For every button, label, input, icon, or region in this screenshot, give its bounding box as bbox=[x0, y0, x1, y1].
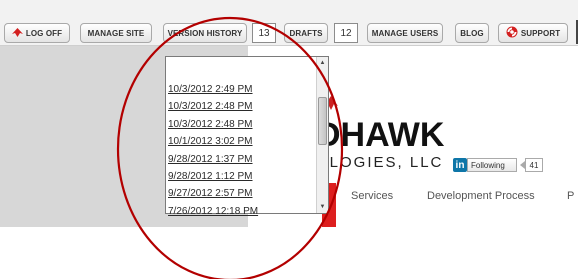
version-item[interactable]: 10/1/2012 3:02 PM bbox=[168, 133, 318, 150]
nav-item-development-process[interactable]: Development Process bbox=[427, 190, 535, 202]
version-item[interactable]: 10/3/2012 2:48 PM bbox=[168, 116, 318, 133]
support-label: SUPPORT bbox=[520, 28, 561, 38]
version-item[interactable]: 7/26/2012 12:18 PM bbox=[168, 203, 318, 220]
manage-site-button[interactable]: MANAGE SITE bbox=[80, 23, 152, 43]
linkedin-follower-count: 41 bbox=[525, 158, 543, 172]
manage-users-button[interactable]: MANAGE USERS bbox=[367, 23, 443, 43]
version-history-label: VERSION HISTORY bbox=[167, 28, 243, 38]
log-off-label: LOG OFF bbox=[25, 28, 63, 38]
drafts-button[interactable]: DRAFTS bbox=[284, 23, 328, 43]
version-item[interactable]: 9/27/2012 2:57 PM bbox=[168, 185, 318, 202]
nav-item-services[interactable]: Services bbox=[351, 190, 393, 202]
blog-button[interactable]: BLOG bbox=[455, 23, 489, 43]
lifebuoy-icon bbox=[506, 26, 518, 40]
scroll-down-arrow-icon[interactable]: ▼ bbox=[317, 201, 328, 213]
version-list: 10/3/2012 2:49 PM 10/3/2012 2:48 PM 10/3… bbox=[168, 81, 318, 220]
log-off-button[interactable]: LOG OFF bbox=[4, 23, 70, 43]
scrollbar-thumb[interactable] bbox=[318, 97, 327, 145]
manage-users-label: MANAGE USERS bbox=[371, 28, 439, 38]
nav-item-more[interactable]: P bbox=[567, 190, 574, 202]
scroll-up-arrow-icon[interactable]: ▲ bbox=[317, 57, 328, 69]
blog-label: BLOG bbox=[460, 28, 484, 38]
dropdown-scrollbar[interactable]: ▲ ▼ bbox=[316, 57, 328, 213]
drafts-count: 12 bbox=[334, 23, 358, 43]
version-item[interactable]: 10/3/2012 2:49 PM bbox=[168, 81, 318, 98]
manage-site-label: MANAGE SITE bbox=[87, 28, 145, 38]
version-item[interactable]: 9/28/2012 1:12 PM bbox=[168, 168, 318, 185]
admin-toolbar: LOG OFF MANAGE SITE VERSION HISTORY 13 D… bbox=[0, 0, 578, 46]
page: LOG OFF MANAGE SITE VERSION HISTORY 13 D… bbox=[0, 0, 578, 279]
version-count: 13 bbox=[252, 23, 276, 43]
drafts-label: DRAFTS bbox=[289, 28, 323, 38]
version-history-button[interactable]: VERSION HISTORY bbox=[163, 23, 247, 43]
version-item[interactable]: 10/3/2012 2:48 PM bbox=[168, 98, 318, 115]
version-item[interactable]: 9/28/2012 1:37 PM bbox=[168, 151, 318, 168]
support-button[interactable]: SUPPORT bbox=[498, 23, 568, 43]
version-history-dropdown[interactable]: 10/3/2012 2:49 PM 10/3/2012 2:48 PM 10/3… bbox=[165, 56, 329, 217]
brand-logo-subtitle: OLOGIES, LLC bbox=[316, 154, 444, 171]
hawk-logo-icon bbox=[11, 27, 23, 39]
brand-logo-title: DHAWK bbox=[316, 116, 445, 154]
linkedin-icon[interactable]: in bbox=[453, 158, 467, 172]
linkedin-following-button[interactable]: Following bbox=[467, 158, 517, 172]
